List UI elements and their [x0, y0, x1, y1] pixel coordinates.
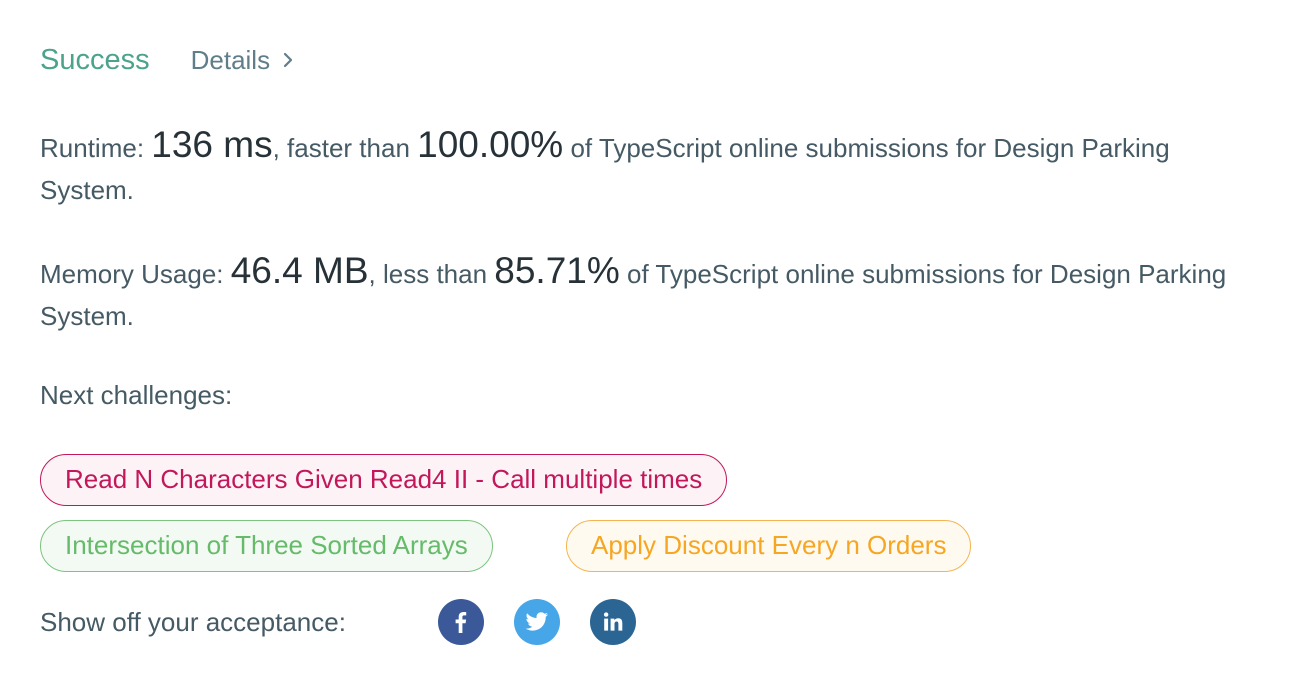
facebook-share-button[interactable]: [438, 599, 484, 645]
memory-stat: Memory Usage: 46.4 MB, less than 85.71% …: [40, 250, 1270, 337]
runtime-percent: 100.00%: [417, 124, 564, 165]
result-header: Success Details: [40, 44, 294, 77]
challenge-tag-hard[interactable]: Read N Characters Given Read4 II - Call …: [40, 454, 728, 506]
memory-label: Memory Usage:: [40, 259, 231, 289]
next-challenges-label: Next challenges:: [40, 380, 233, 410]
runtime-label: Runtime:: [40, 133, 152, 163]
memory-comparison: , less than: [368, 259, 495, 289]
memory-value: 46.4 MB: [230, 250, 369, 291]
challenge-tag-medium[interactable]: Apply Discount Every n Orders: [566, 520, 972, 572]
runtime-stat: Runtime: 136 ms, faster than 100.00% of …: [40, 124, 1270, 211]
memory-percent: 85.71%: [494, 250, 620, 291]
share-label: Show off your acceptance:: [40, 606, 346, 637]
runtime-value: 136 ms: [151, 124, 273, 165]
runtime-comparison: , faster than: [272, 133, 418, 163]
linkedin-icon: [603, 612, 623, 631]
details-label: Details: [190, 45, 271, 75]
chevron-right-icon: [282, 45, 294, 76]
challenge-tag-easy[interactable]: Intersection of Three Sorted Arrays: [40, 520, 493, 572]
status-label: Success: [40, 44, 150, 76]
share-row: Show off your acceptance:: [40, 598, 666, 646]
twitter-icon: [525, 612, 548, 631]
facebook-icon: [455, 612, 467, 633]
linkedin-share-button[interactable]: [590, 599, 636, 645]
details-link[interactable]: Details: [191, 45, 294, 76]
twitter-share-button[interactable]: [514, 599, 560, 645]
